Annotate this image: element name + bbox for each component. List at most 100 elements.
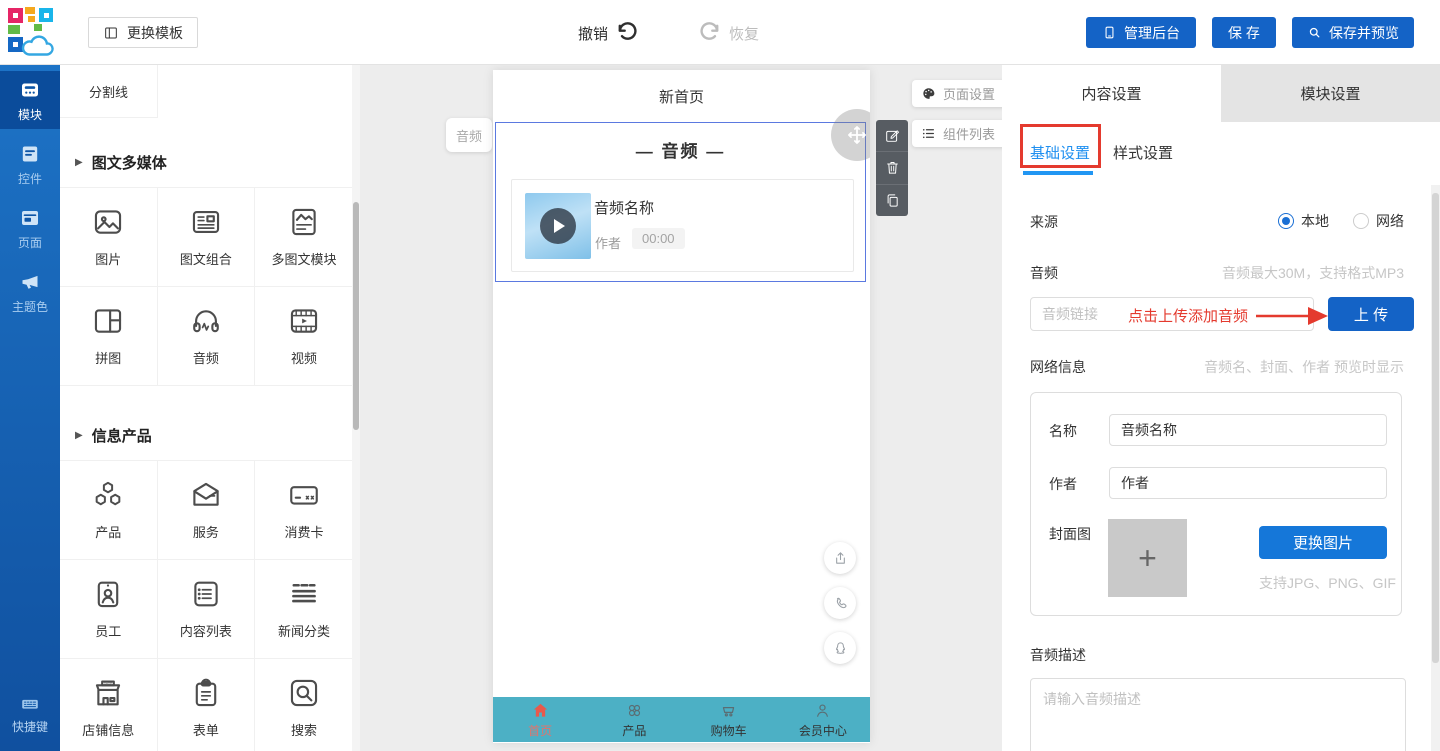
radio-label: 网络 bbox=[1376, 211, 1404, 231]
tabbar-item-label: 产品 bbox=[622, 722, 646, 739]
share-fab-button[interactable] bbox=[824, 542, 856, 574]
logo-cloud-icon bbox=[20, 32, 60, 58]
inspector-tab[interactable]: 模块设置 bbox=[1221, 65, 1440, 122]
component-item-label: 分割线 bbox=[89, 82, 128, 101]
tabbar-item[interactable]: 会员中心 bbox=[776, 697, 870, 742]
redo-icon bbox=[698, 21, 722, 45]
component-item[interactable]: 音频 bbox=[158, 287, 256, 386]
component-item[interactable]: 员工 bbox=[60, 560, 158, 659]
sidebar-nav: 模块控件页面主题色 bbox=[0, 71, 60, 321]
sidebar-item-module[interactable]: 模块 bbox=[0, 71, 60, 129]
audio-item-name: 音频名称 bbox=[594, 197, 654, 218]
component-item[interactable]: 新闻分类 bbox=[255, 560, 353, 659]
audio-author-input[interactable] bbox=[1109, 467, 1387, 499]
inspector-scrollbar-thumb[interactable] bbox=[1432, 193, 1439, 663]
tabbar-item-label: 会员中心 bbox=[799, 722, 847, 739]
component-panel: 分割线 ▶ 图文多媒体 图片图文组合多图文模块拼图 音频 视频 ▶ 信息产品 产品服… bbox=[60, 65, 360, 751]
component-item-label: 新闻分类 bbox=[278, 621, 330, 640]
form-icon bbox=[189, 676, 223, 710]
component-item[interactable]: 搜索 bbox=[255, 659, 353, 751]
component-item[interactable]: 图片 bbox=[60, 188, 158, 287]
component-item-label: 拼图 bbox=[95, 348, 121, 367]
component-item-divider[interactable]: 分割线 bbox=[60, 65, 158, 118]
cover-upload-box[interactable]: + bbox=[1108, 519, 1187, 597]
redo-button[interactable]: 恢复 bbox=[698, 18, 759, 48]
save-preview-button[interactable]: 保存并预览 bbox=[1292, 17, 1414, 48]
source-label: 来源 bbox=[1030, 212, 1058, 232]
svg-text:SHOP: SHOP bbox=[104, 682, 112, 686]
component-item[interactable]: 产品 bbox=[60, 461, 158, 560]
audio-module[interactable]: — 音频 — 音频名称 作者 00:00 bbox=[495, 122, 866, 282]
component-section: ▶ 信息产品 产品服务 消费卡员工 内容列表新闻分类 SHOP 店铺信息 表单搜索 bbox=[60, 425, 353, 751]
app-logo[interactable] bbox=[8, 6, 60, 60]
component-item[interactable]: 拼图 bbox=[60, 287, 158, 386]
sidebar-item-label: 页面 bbox=[18, 234, 42, 251]
component-list-button[interactable]: 组件列表 bbox=[912, 120, 1012, 147]
copy-icon bbox=[884, 192, 901, 209]
edit-module-button[interactable] bbox=[876, 120, 908, 152]
tabbar-item[interactable]: 产品 bbox=[587, 697, 681, 742]
component-item-label: 员工 bbox=[95, 621, 121, 640]
audio-icon bbox=[189, 304, 223, 338]
tabbar-item[interactable]: 购物车 bbox=[682, 697, 776, 742]
undo-button[interactable]: 撤销 bbox=[578, 18, 639, 48]
source-radio-option[interactable]: 网络 bbox=[1353, 211, 1404, 231]
component-item[interactable]: 消费卡 bbox=[255, 461, 353, 560]
inspector-subtab[interactable]: 基础设置 bbox=[1030, 142, 1090, 163]
phone-fab-button[interactable] bbox=[824, 587, 856, 619]
active-subtab-underline bbox=[1023, 171, 1093, 175]
sidebar-item-hotkeys[interactable]: 快捷键 bbox=[0, 693, 60, 735]
component-item[interactable]: 表单 bbox=[158, 659, 256, 751]
save-button[interactable]: 保 存 bbox=[1212, 17, 1276, 48]
component-item[interactable]: 服务 bbox=[158, 461, 256, 560]
share-icon bbox=[832, 550, 849, 567]
sidebar-item-label: 控件 bbox=[18, 170, 42, 187]
source-radio-option[interactable]: 本地 bbox=[1278, 211, 1329, 231]
audio-name-input[interactable] bbox=[1109, 414, 1387, 446]
component-item[interactable]: SHOP 店铺信息 bbox=[60, 659, 158, 751]
module-toolbar bbox=[876, 120, 908, 216]
radio-label: 本地 bbox=[1301, 211, 1329, 231]
trash-icon bbox=[884, 159, 901, 176]
product-icon bbox=[91, 478, 125, 512]
logo-cyan-block bbox=[39, 8, 53, 22]
sidebar-item-label: 模块 bbox=[18, 106, 42, 123]
section-arrow-icon: ▶ bbox=[75, 430, 83, 441]
admin-backend-button[interactable]: 管理后台 bbox=[1086, 17, 1196, 48]
sidebar-item-widget[interactable]: 控件 bbox=[0, 135, 60, 193]
section-header[interactable]: ▶ 图文多媒体 bbox=[60, 152, 353, 172]
topbar: 更换模板 撤销 恢复 管理后台 保 存 保存并预览 bbox=[0, 0, 1440, 65]
cart-icon bbox=[719, 701, 738, 720]
image-text-icon bbox=[189, 205, 223, 239]
component-item[interactable]: 视频 bbox=[255, 287, 353, 386]
section-header[interactable]: ▶ 信息产品 bbox=[60, 425, 353, 445]
component-item-label: 店铺信息 bbox=[82, 720, 134, 739]
inspector-tab[interactable]: 内容设置 bbox=[1002, 65, 1221, 122]
inspector-subtab[interactable]: 样式设置 bbox=[1113, 142, 1173, 163]
page-icon bbox=[18, 206, 42, 230]
qq-fab-button[interactable] bbox=[824, 632, 856, 664]
audio-link-input[interactable] bbox=[1030, 297, 1314, 331]
change-image-button[interactable]: 更换图片 bbox=[1259, 526, 1387, 559]
duplicate-module-button[interactable] bbox=[876, 185, 908, 216]
save-label: 保 存 bbox=[1228, 23, 1260, 43]
sidebar-item-theme[interactable]: 主题色 bbox=[0, 263, 60, 321]
sidebar-item-label: 主题色 bbox=[12, 298, 48, 315]
component-item-label: 服务 bbox=[193, 522, 219, 541]
tabbar-item[interactable]: 首页 bbox=[493, 697, 587, 742]
component-item-label: 音频 bbox=[193, 348, 219, 367]
home-icon bbox=[531, 701, 550, 720]
page-settings-button[interactable]: 页面设置 bbox=[912, 80, 1012, 107]
component-item[interactable]: 内容列表 bbox=[158, 560, 256, 659]
component-section: ▶ 图文多媒体 图片图文组合多图文模块拼图 音频 视频 bbox=[60, 152, 353, 386]
panel-scrollbar-thumb[interactable] bbox=[353, 202, 359, 430]
upload-button[interactable]: 上 传 bbox=[1328, 297, 1414, 331]
component-item[interactable]: 图文组合 bbox=[158, 188, 256, 287]
palette-icon bbox=[921, 86, 936, 101]
change-template-button[interactable]: 更换模板 bbox=[88, 17, 198, 48]
component-item[interactable]: 多图文模块 bbox=[255, 188, 353, 287]
section-arrow-icon: ▶ bbox=[75, 157, 83, 168]
audio-description-textarea[interactable] bbox=[1030, 678, 1406, 751]
delete-module-button[interactable] bbox=[876, 152, 908, 184]
sidebar-item-page[interactable]: 页面 bbox=[0, 199, 60, 257]
